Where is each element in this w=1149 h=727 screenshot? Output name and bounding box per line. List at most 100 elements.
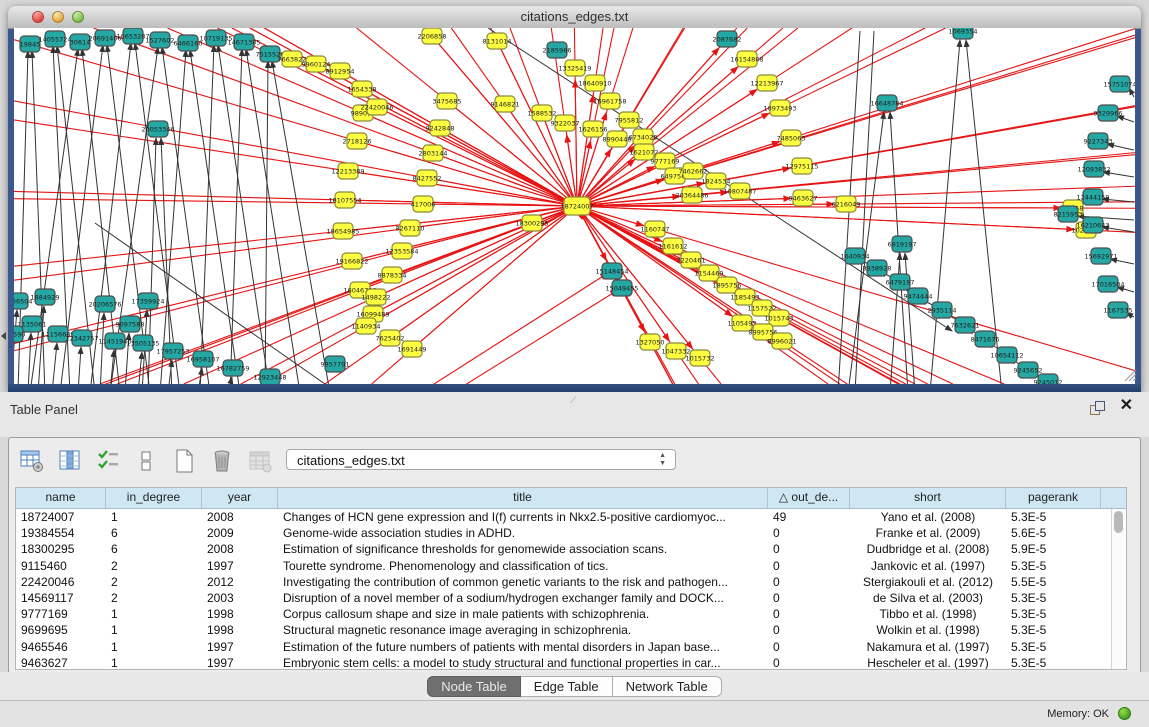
select-columns-icon[interactable] bbox=[95, 448, 121, 474]
graph-node[interactable]: 1884929 bbox=[31, 289, 60, 305]
graph-node[interactable]: 8427552 bbox=[413, 170, 442, 186]
table-row[interactable]: 977716911998Corpus callosum shape and si… bbox=[16, 606, 1126, 622]
graph-node[interactable]: 2935114 bbox=[928, 302, 957, 318]
table-row[interactable]: 1938455462009Genome-wide association stu… bbox=[16, 525, 1126, 541]
graph-node[interactable]: 16961758 bbox=[593, 93, 626, 109]
panel-splitter-handle[interactable]: ⟋ bbox=[570, 395, 576, 406]
graph-node[interactable]: 9097588 bbox=[116, 316, 145, 332]
graph-node[interactable]: 8267110 bbox=[396, 220, 425, 236]
graph-node[interactable]: 6216049 bbox=[832, 196, 861, 212]
graph-node[interactable]: 8912954 bbox=[326, 63, 355, 79]
graph-node[interactable]: 7632621 bbox=[951, 317, 980, 333]
column-header-outde[interactable]: △ out_de... bbox=[768, 488, 850, 508]
table-settings-icon[interactable] bbox=[19, 448, 45, 474]
row-height-icon[interactable] bbox=[133, 448, 159, 474]
graph-node[interactable]: 9242848 bbox=[426, 120, 455, 136]
column-header-year[interactable]: year bbox=[202, 488, 278, 508]
graph-node[interactable]: 7625402 bbox=[376, 330, 405, 346]
graph-node[interactable]: 417006 bbox=[411, 196, 436, 212]
graph-node[interactable]: 9463627 bbox=[789, 190, 818, 206]
table-row[interactable]: 911546021997Tourette syndrome. Phenomeno… bbox=[16, 558, 1126, 574]
network-graph[interactable]: 1984514055724306142069140610653287152760… bbox=[14, 28, 1135, 384]
graph-node[interactable]: 19654985 bbox=[326, 223, 359, 239]
graph-node[interactable]: 16782759 bbox=[216, 360, 249, 376]
graph-node[interactable]: 12975115 bbox=[785, 158, 818, 174]
graph-node[interactable]: 3475685 bbox=[433, 93, 462, 109]
graph-node[interactable]: 8878334 bbox=[378, 267, 407, 283]
network-table-select[interactable]: citations_edges.txt ▲▼ bbox=[286, 449, 676, 470]
graph-node[interactable]: 1167535 bbox=[1104, 302, 1133, 318]
graph-node[interactable]: 15692971 bbox=[1084, 248, 1117, 264]
window-resize-grip[interactable] bbox=[1123, 368, 1137, 382]
graph-node[interactable]: 2803144 bbox=[419, 145, 448, 161]
graph-node[interactable]: 20206576 bbox=[88, 296, 121, 312]
table-row[interactable]: 2242004622012Investigating the contribut… bbox=[16, 574, 1126, 590]
graph-node[interactable]: 30614 bbox=[70, 34, 91, 50]
graph-node[interactable]: 2087682 bbox=[713, 31, 742, 47]
graph-node[interactable]: 2185966 bbox=[543, 42, 572, 58]
new-table-icon[interactable] bbox=[171, 448, 197, 474]
graph-node[interactable]: 1015732 bbox=[686, 350, 715, 366]
graph-node[interactable]: 18107554 bbox=[328, 192, 361, 208]
graph-node[interactable]: 13325419 bbox=[558, 60, 591, 76]
graph-node[interactable]: 15148454 bbox=[595, 263, 628, 279]
graph-node[interactable]: 1527602 bbox=[146, 32, 175, 48]
graph-node[interactable]: 6466160 bbox=[174, 35, 203, 51]
column-header-pagerank[interactable]: pagerank bbox=[1006, 488, 1101, 508]
graph-node[interactable]: 18640910 bbox=[578, 75, 611, 91]
window-titlebar[interactable]: citations_edges.txt bbox=[8, 6, 1141, 29]
graph-node[interactable]: 18300295 bbox=[515, 215, 548, 231]
graph-node[interactable]: 8471676 bbox=[971, 331, 1000, 347]
graph-node[interactable]: 6479197 bbox=[886, 274, 915, 290]
delete-table-icon[interactable] bbox=[209, 448, 235, 474]
graph-node[interactable]: 8938928 bbox=[863, 260, 892, 276]
graph-node[interactable]: 2206858 bbox=[418, 28, 447, 44]
graph-node[interactable]: 17957253 bbox=[156, 343, 189, 359]
graph-node[interactable]: 9227343 bbox=[1084, 133, 1113, 149]
graph-node[interactable]: 17016504 bbox=[1091, 276, 1124, 292]
table-row[interactable]: 946554611997Estimation of the future num… bbox=[16, 639, 1126, 655]
column-header-name[interactable]: name bbox=[16, 488, 106, 508]
tab-network-table[interactable]: Network Table bbox=[613, 676, 722, 697]
graph-node[interactable]: 17359924 bbox=[131, 293, 164, 309]
graph-node[interactable]: 16958107 bbox=[186, 351, 219, 367]
graph-node[interactable]: 1327050 bbox=[636, 334, 665, 350]
table-row[interactable]: 1456911722003Disruption of a novel membe… bbox=[16, 590, 1126, 606]
network-graph-canvas[interactable]: 1984514055724306142069140610653287152760… bbox=[14, 28, 1135, 384]
graph-node[interactable]: 19845 bbox=[20, 36, 41, 52]
collapse-panel-arrow-icon[interactable] bbox=[1, 332, 6, 340]
graph-node[interactable]: 1161612 bbox=[659, 238, 688, 254]
graph-node[interactable]: 9322037 bbox=[551, 115, 580, 131]
graph-node[interactable]: 15751074 bbox=[1103, 76, 1135, 92]
float-panel-icon[interactable] bbox=[1090, 401, 1105, 416]
tab-node-table[interactable]: Node Table bbox=[427, 676, 521, 697]
graph-node[interactable]: 16154808 bbox=[730, 51, 763, 67]
graph-node[interactable]: 20364486 bbox=[675, 187, 708, 203]
column-header-indegree[interactable]: in_degree bbox=[106, 488, 202, 508]
graph-node[interactable]: 9474444 bbox=[904, 288, 933, 304]
graph-node[interactable]: 18724007 bbox=[560, 197, 593, 215]
graph-node[interactable]: 1498222 bbox=[362, 289, 391, 305]
graph-node[interactable]: 9146821 bbox=[491, 96, 520, 112]
graph-node[interactable]: 10654112 bbox=[990, 347, 1023, 363]
tab-edge-table[interactable]: Edge Table bbox=[521, 676, 613, 697]
graph-node[interactable]: 12093832 bbox=[1077, 161, 1110, 177]
table-row[interactable]: 1830029562008Estimation of significance … bbox=[16, 541, 1126, 557]
graph-node[interactable]: 15049455 bbox=[605, 280, 638, 296]
graph-node[interactable]: 8131014 bbox=[483, 33, 512, 49]
graph-node[interactable]: 1691449 bbox=[398, 341, 427, 357]
graph-node[interactable]: 2718126 bbox=[343, 133, 372, 149]
memory-ok-indicator[interactable] bbox=[1118, 707, 1131, 720]
graph-node[interactable]: 9857791 bbox=[321, 356, 350, 372]
column-header-title[interactable]: title bbox=[278, 488, 768, 508]
graph-node[interactable]: 12213967 bbox=[750, 75, 783, 91]
graph-node[interactable]: 9777169 bbox=[651, 153, 680, 169]
graph-node[interactable]: 6919197 bbox=[888, 236, 917, 252]
graph-node[interactable]: 1654338 bbox=[348, 81, 377, 97]
close-panel-icon[interactable]: ✕ bbox=[1120, 398, 1133, 414]
graph-node[interactable]: 14055724 bbox=[38, 31, 71, 47]
graph-node[interactable]: 7485063 bbox=[777, 130, 806, 146]
graph-node[interactable]: 1069354 bbox=[949, 28, 978, 39]
table-row[interactable]: 969969511998Structural magnetic resonanc… bbox=[16, 622, 1126, 638]
column-header-short[interactable]: short bbox=[850, 488, 1006, 508]
